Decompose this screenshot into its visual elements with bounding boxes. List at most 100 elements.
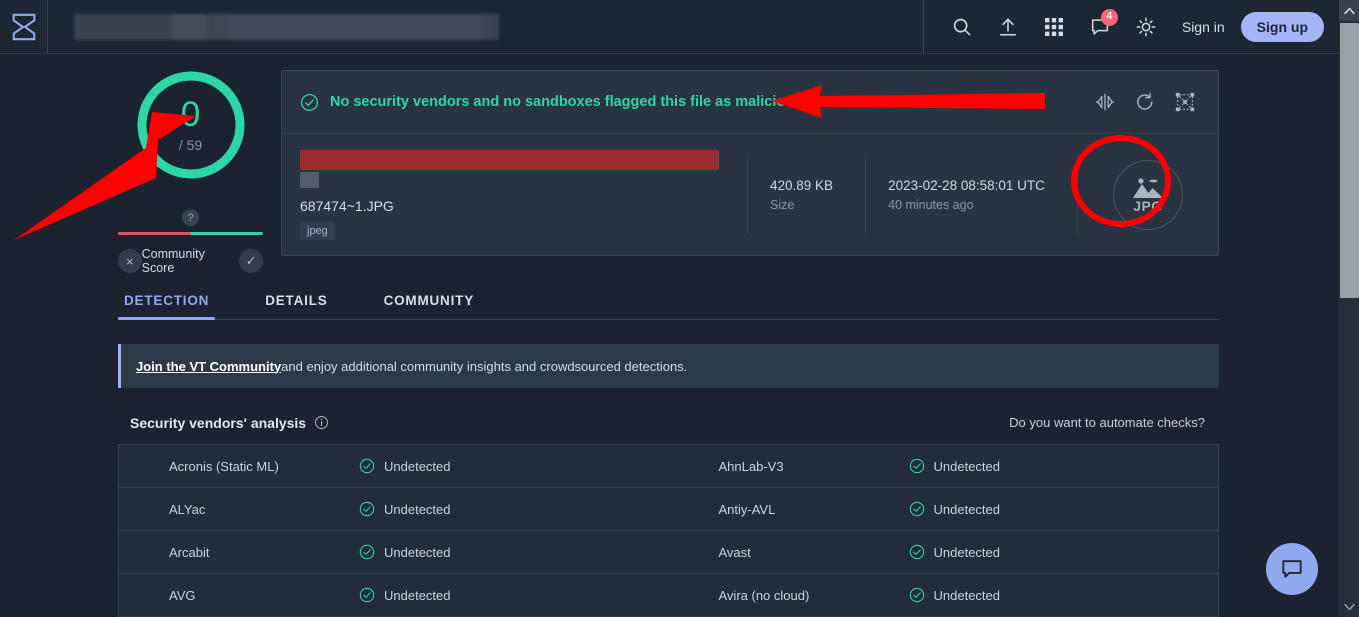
vendor-status-text: Undetected xyxy=(384,587,451,603)
sign-up-button[interactable]: Sign up xyxy=(1240,11,1324,42)
check-circle-icon xyxy=(359,501,375,517)
search-input[interactable] xyxy=(74,13,499,40)
vendor-name: Avira (no cloud) xyxy=(718,587,810,603)
vendor-status: Undetected xyxy=(359,458,451,474)
join-vt-community-link[interactable]: Join the VT Community xyxy=(136,359,281,374)
vendor-cell: Avast Undetected xyxy=(669,531,1219,573)
file-name: 687474~1.JPG xyxy=(300,198,394,214)
tab-detection[interactable]: DETECTION xyxy=(118,293,216,320)
vendors-table: Acronis (Static ML) Undetected AhnLab-V3… xyxy=(118,444,1219,617)
check-circle-icon xyxy=(359,544,375,560)
vendor-status-text: Undetected xyxy=(933,587,1001,603)
tab-bar: DETECTION DETAILS COMMUNITY xyxy=(118,283,1219,320)
check-circle-icon xyxy=(300,93,319,111)
vendor-status: Undetected xyxy=(909,544,1000,560)
vendor-cell: AhnLab-V3 Undetected xyxy=(669,445,1219,487)
join-community-text: and enjoy additional community insights … xyxy=(281,358,688,374)
community-score-bar xyxy=(118,232,263,235)
file-date-value: 2023-02-28 08:58:01 UTC xyxy=(888,178,1045,193)
vendors-header: Security vendors' analysis Do you want t… xyxy=(118,404,1219,441)
reanalyze-icon[interactable] xyxy=(1134,91,1156,113)
check-circle-icon xyxy=(909,458,924,474)
vendor-name: Arcabit xyxy=(169,544,210,560)
check-circle-icon xyxy=(909,544,924,560)
sign-in-link[interactable]: Sign in xyxy=(1172,13,1235,41)
page-scrollbar[interactable] xyxy=(1338,0,1359,617)
scroll-up-arrow[interactable] xyxy=(1339,0,1359,21)
scroll-thumb[interactable] xyxy=(1340,23,1359,298)
table-row: ALYac Undetected Antiy-AVL Undetected xyxy=(119,488,1218,531)
vendor-name: AhnLab-V3 xyxy=(718,458,784,474)
vendor-status-text: Undetected xyxy=(384,544,451,560)
vendor-status-text: Undetected xyxy=(933,501,1001,517)
chat-icon[interactable]: 4 xyxy=(1080,7,1120,47)
file-verdict-row: No security vendors and no sandboxes fla… xyxy=(282,71,1218,134)
vendors-title: Security vendors' analysis xyxy=(130,414,307,431)
vendor-status: Undetected xyxy=(359,501,451,517)
vendor-cell: Antiy-AVL Undetected xyxy=(669,488,1219,530)
vendor-status: Undetected xyxy=(909,587,1001,603)
verdict-block: No security vendors and no sandboxes fla… xyxy=(300,93,1094,112)
tab-community[interactable]: COMMUNITY xyxy=(378,293,480,319)
similar-graph-icon[interactable] xyxy=(1174,91,1196,113)
vendor-cell: ALYac Undetected xyxy=(119,488,669,530)
check-circle-icon xyxy=(359,458,375,474)
tab-details[interactable]: DETAILS xyxy=(259,293,333,319)
upload-icon[interactable] xyxy=(988,7,1028,47)
table-row: AVG Undetected Avira (no cloud) Undetect… xyxy=(119,574,1218,617)
chat-bubble-icon xyxy=(1282,560,1302,578)
check-circle-icon xyxy=(359,587,375,603)
vendor-cell: AVG Undetected xyxy=(119,574,669,616)
vendor-status-text: Undetected xyxy=(384,501,451,517)
check-circle-icon xyxy=(909,587,924,603)
search-bar-container[interactable] xyxy=(48,0,923,54)
vendor-cell: Avira (no cloud) Undetected xyxy=(669,574,1219,616)
vendor-status-text: Undetected xyxy=(384,458,451,474)
file-hash-redacted-secondary xyxy=(300,172,319,188)
compare-icon[interactable] xyxy=(1094,91,1116,113)
file-date-cell: 2023-02-28 08:58:01 UTC 40 minutes ago xyxy=(866,178,1067,212)
search-icon[interactable] xyxy=(942,7,982,47)
vendor-name: AVG xyxy=(169,587,196,603)
apps-grid-icon[interactable] xyxy=(1034,7,1074,47)
file-card-actions xyxy=(1094,91,1202,113)
info-icon[interactable] xyxy=(314,415,329,430)
file-summary-card: No security vendors and no sandboxes fla… xyxy=(281,70,1219,256)
theme-sun-icon[interactable] xyxy=(1126,7,1166,47)
file-size-cell: 420.89 KB Size xyxy=(748,178,855,212)
scroll-down-arrow[interactable] xyxy=(1339,596,1359,617)
automate-checks-link[interactable]: Do you want to automate checks? xyxy=(1009,415,1205,430)
verdict-text: No security vendors and no sandboxes fla… xyxy=(330,94,803,110)
chat-fab-button[interactable] xyxy=(1266,543,1318,595)
file-type-tag[interactable]: jpeg xyxy=(300,222,335,240)
file-type-label: JPG xyxy=(1133,197,1163,214)
top-header: 4 Sign in Sign up xyxy=(0,0,1338,54)
community-score-label: Community Score xyxy=(141,247,205,275)
vendor-status-text: Undetected xyxy=(933,458,1001,474)
header-actions: 4 Sign in Sign up xyxy=(922,0,1338,54)
vendor-status: Undetected xyxy=(359,587,451,603)
file-details-row: 687474~1.JPG jpeg 420.89 KB Size 2023-02… xyxy=(282,134,1218,256)
community-downvote-button[interactable]: × xyxy=(118,249,142,273)
vendors-title-wrap: Security vendors' analysis xyxy=(130,415,329,431)
image-file-icon: JPG xyxy=(1112,160,1183,230)
file-type-badge-wrap: JPG xyxy=(1078,134,1218,256)
vendor-cell: Acronis (Static ML) Undetected xyxy=(119,445,669,487)
table-row: Acronis (Static ML) Undetected AhnLab-V3… xyxy=(119,445,1218,488)
vendor-name: Antiy-AVL xyxy=(718,501,776,517)
vt-logo[interactable] xyxy=(0,0,48,54)
community-upvote-button[interactable]: ✓ xyxy=(239,249,264,273)
vendor-cell: Arcabit Undetected xyxy=(119,531,669,573)
community-score-help-icon[interactable]: ? xyxy=(182,209,199,226)
detection-donut: 0 / 59 xyxy=(132,66,250,184)
check-circle-icon xyxy=(909,501,924,517)
detection-count: 0 xyxy=(180,95,201,134)
vendor-name: Avast xyxy=(718,544,751,560)
vendor-status: Undetected xyxy=(909,501,1001,517)
file-identity: 687474~1.JPG jpeg xyxy=(300,150,737,240)
table-row: Arcabit Undetected Avast Undetected xyxy=(119,531,1218,574)
chat-badge-count: 4 xyxy=(1100,8,1118,26)
join-community-banner: Join the VT Community and enjoy addition… xyxy=(118,344,1219,388)
file-hash-redacted xyxy=(300,150,719,170)
page-root: 4 Sign in Sign up 0 / 59 ? × Community S… xyxy=(0,0,1359,617)
